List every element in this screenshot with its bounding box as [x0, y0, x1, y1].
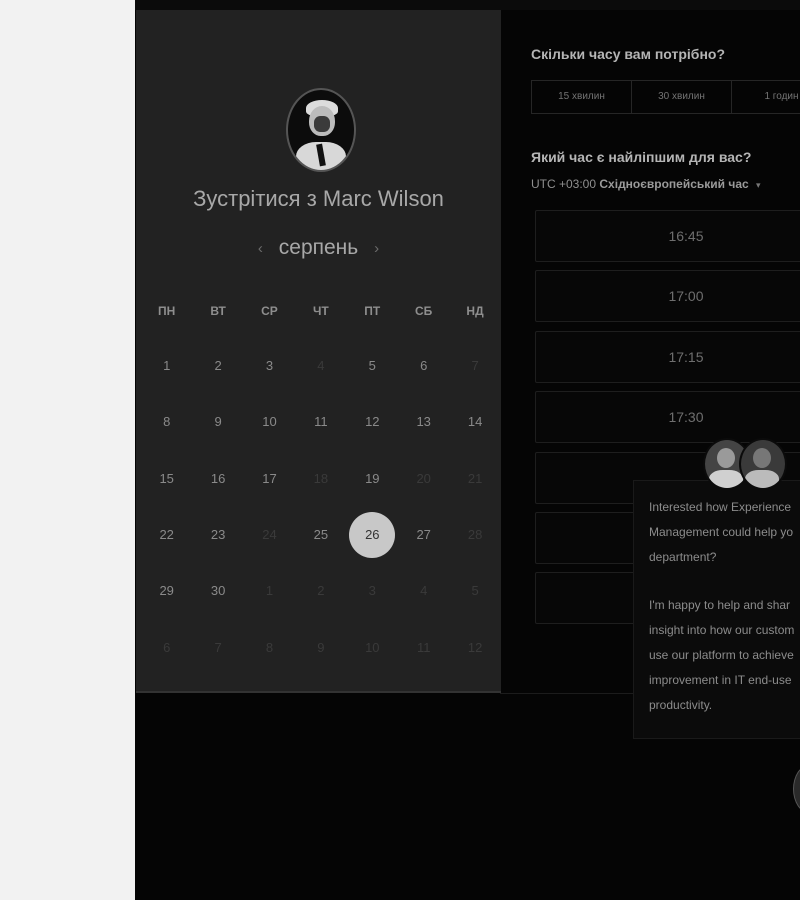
calendar-day[interactable]: 29	[144, 568, 190, 614]
calendar-day: 4	[317, 358, 325, 373]
chat-agent-avatar	[739, 438, 787, 490]
weekday-sat: СБ	[415, 304, 433, 318]
weekday-mon: ПН	[158, 304, 176, 318]
calendar-day: 10	[365, 639, 380, 655]
month-label: серпень	[278, 236, 359, 259]
calendar-day[interactable]: 9	[195, 399, 241, 445]
weekday-wed: СР	[261, 304, 278, 318]
calendar-day: 8	[265, 639, 274, 655]
duration-selector: 15 хвилин 30 хвилин 1 годин	[531, 80, 800, 114]
calendar-day[interactable]: 19	[349, 456, 395, 502]
meeting-title: Зустрітися з Marc Wilson	[193, 186, 444, 211]
calendar-day[interactable]: 10	[247, 399, 293, 445]
calendar-day[interactable]: 13	[401, 399, 447, 445]
host-avatar	[286, 88, 356, 172]
timezone-offset: UTC +03:00	[531, 177, 597, 191]
chat-line: productivity.	[649, 698, 713, 712]
time-slot[interactable]: 17:30	[535, 391, 800, 443]
calendar-day[interactable]: 5	[349, 343, 395, 389]
calendar-day: 7	[214, 639, 222, 655]
month-navigation: ‹ серпень ›	[136, 236, 501, 260]
prev-month-icon[interactable]: ‹	[258, 240, 263, 257]
calendar-day: 6	[163, 639, 171, 655]
chat-line: use our platform to achieve	[649, 648, 794, 662]
calendar-day[interactable]: 12	[349, 399, 395, 445]
chat-line: Interested how Experience	[649, 500, 792, 514]
calendar-day[interactable]: 8	[144, 399, 190, 445]
chat-line: I'm happy to help and shar	[649, 598, 791, 612]
calendar-day[interactable]: 14	[452, 399, 498, 445]
chat-line: Management could help yo	[649, 525, 794, 539]
calendar-day: 24	[262, 526, 277, 542]
chat-message-intro: Interested how Experience Management cou…	[634, 495, 793, 570]
calendar-day: 5	[471, 583, 479, 599]
time-slot[interactable]: 17:00	[535, 270, 800, 322]
calendar-day[interactable]: 17	[247, 456, 293, 502]
duration-option-60[interactable]: 1 годин	[732, 81, 800, 113]
calendar-day: 28	[467, 526, 483, 542]
timezone-selector[interactable]: UTC +03:00 Східноєвропейський час ▾	[531, 177, 761, 191]
calendar-day: 1	[265, 583, 274, 599]
calendar-day: 3	[368, 583, 376, 599]
weekday-header: ПН ВТ СР ЧТ ПТ СБ НД	[141, 304, 501, 318]
left-blank-area	[0, 0, 135, 900]
calendar-day: 18	[313, 470, 329, 486]
chat-line: insight into how our custom	[649, 623, 795, 637]
calendar-day: 4	[420, 583, 428, 599]
calendar-day[interactable]: 11	[298, 399, 344, 445]
calendar-day: 11	[416, 639, 431, 655]
calendar-panel: Зустрітися з Marc Wilson ‹ серпень › ПН …	[136, 10, 501, 693]
next-month-icon[interactable]: ›	[374, 240, 379, 257]
time-question: Який час є найліпшим для вас?	[531, 149, 752, 165]
calendar-day[interactable]: 30	[195, 568, 241, 614]
time-slot[interactable]: 17:15	[535, 331, 800, 383]
chat-line: department?	[649, 550, 717, 564]
chat-agent-avatars	[703, 438, 787, 490]
calendar-day[interactable]: 23	[195, 512, 241, 558]
chat-message-popup[interactable]: Interested how Experience Management cou…	[633, 480, 800, 739]
calendar-day: 21	[467, 470, 483, 486]
weekday-sun: НД	[466, 304, 484, 318]
calendar-day[interactable]: 25	[298, 512, 344, 558]
calendar-day[interactable]: 1	[144, 343, 190, 389]
calendar-day: 9	[317, 639, 325, 655]
calendar-day[interactable]: 3	[247, 343, 293, 389]
duration-question: Скільки часу вам потрібно?	[531, 46, 726, 62]
calendar-day[interactable]: 22	[144, 512, 190, 558]
calendar-day: 7	[471, 358, 479, 373]
top-strip	[135, 0, 800, 10]
calendar-day[interactable]: 15	[144, 456, 190, 502]
calendar-day[interactable]: 2	[195, 343, 241, 389]
chat-message-body: I'm happy to help and shar insight into …	[634, 593, 794, 718]
weekday-tue: ВТ	[210, 304, 226, 318]
weekday-fri: ПТ	[364, 304, 381, 318]
calendar-day[interactable]: 27	[401, 512, 447, 558]
duration-option-30[interactable]: 30 хвилин	[632, 81, 732, 113]
calendar-day-selected[interactable]: 26	[349, 511, 396, 558]
caret-down-icon: ▾	[756, 180, 761, 190]
calendar-day[interactable]: 16	[195, 456, 241, 502]
calendar-day: 20	[416, 470, 431, 486]
weekday-thu: ЧТ	[312, 304, 329, 318]
duration-option-15[interactable]: 15 хвилин	[532, 81, 632, 113]
chat-line: improvement in IT end-use	[649, 673, 792, 687]
timezone-name: Східноєвропейський час	[599, 177, 749, 191]
calendar-day: 12	[467, 639, 483, 655]
calendar-day[interactable]: 6	[401, 343, 447, 389]
time-slot[interactable]: 16:45	[535, 210, 800, 262]
calendar-day: 2	[317, 583, 325, 599]
